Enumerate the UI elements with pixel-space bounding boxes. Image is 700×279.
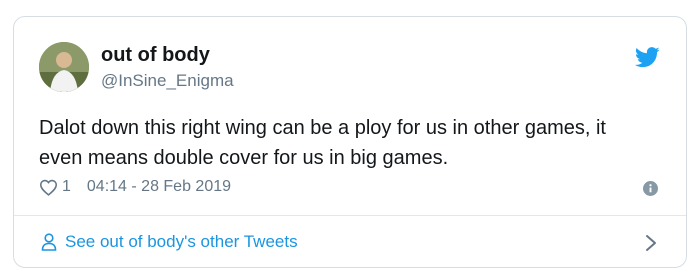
tweet-timestamp[interactable]: 04:14 - 28 Feb 2019 [87, 178, 231, 196]
twitter-bird-icon[interactable] [635, 47, 660, 68]
tweet-card: out of body @InSine_Enigma Dalot down th… [13, 16, 687, 268]
tweet-text-line: Dalot down this right wing can be a ploy… [39, 117, 606, 139]
tweet-text-line: even means double cover for us in big ga… [39, 147, 449, 169]
like-count: 1 [62, 178, 71, 195]
avatar[interactable] [39, 42, 89, 92]
avatar-image [39, 42, 89, 92]
see-other-tweets-link[interactable]: See out of body's other Tweets [41, 232, 298, 252]
tweet-text: Dalot down this right wing can be a ploy… [39, 113, 679, 173]
display-name[interactable]: out of body [101, 44, 210, 67]
chevron-right-icon[interactable] [644, 233, 658, 253]
user-handle[interactable]: @InSine_Enigma [101, 71, 234, 91]
person-icon [41, 233, 57, 251]
divider [14, 215, 686, 216]
heart-icon[interactable] [39, 179, 58, 196]
see-other-tweets-label: See out of body's other Tweets [65, 232, 298, 251]
tweet-meta: 1 04:14 - 28 Feb 2019 [39, 178, 231, 196]
info-icon[interactable] [643, 181, 658, 196]
